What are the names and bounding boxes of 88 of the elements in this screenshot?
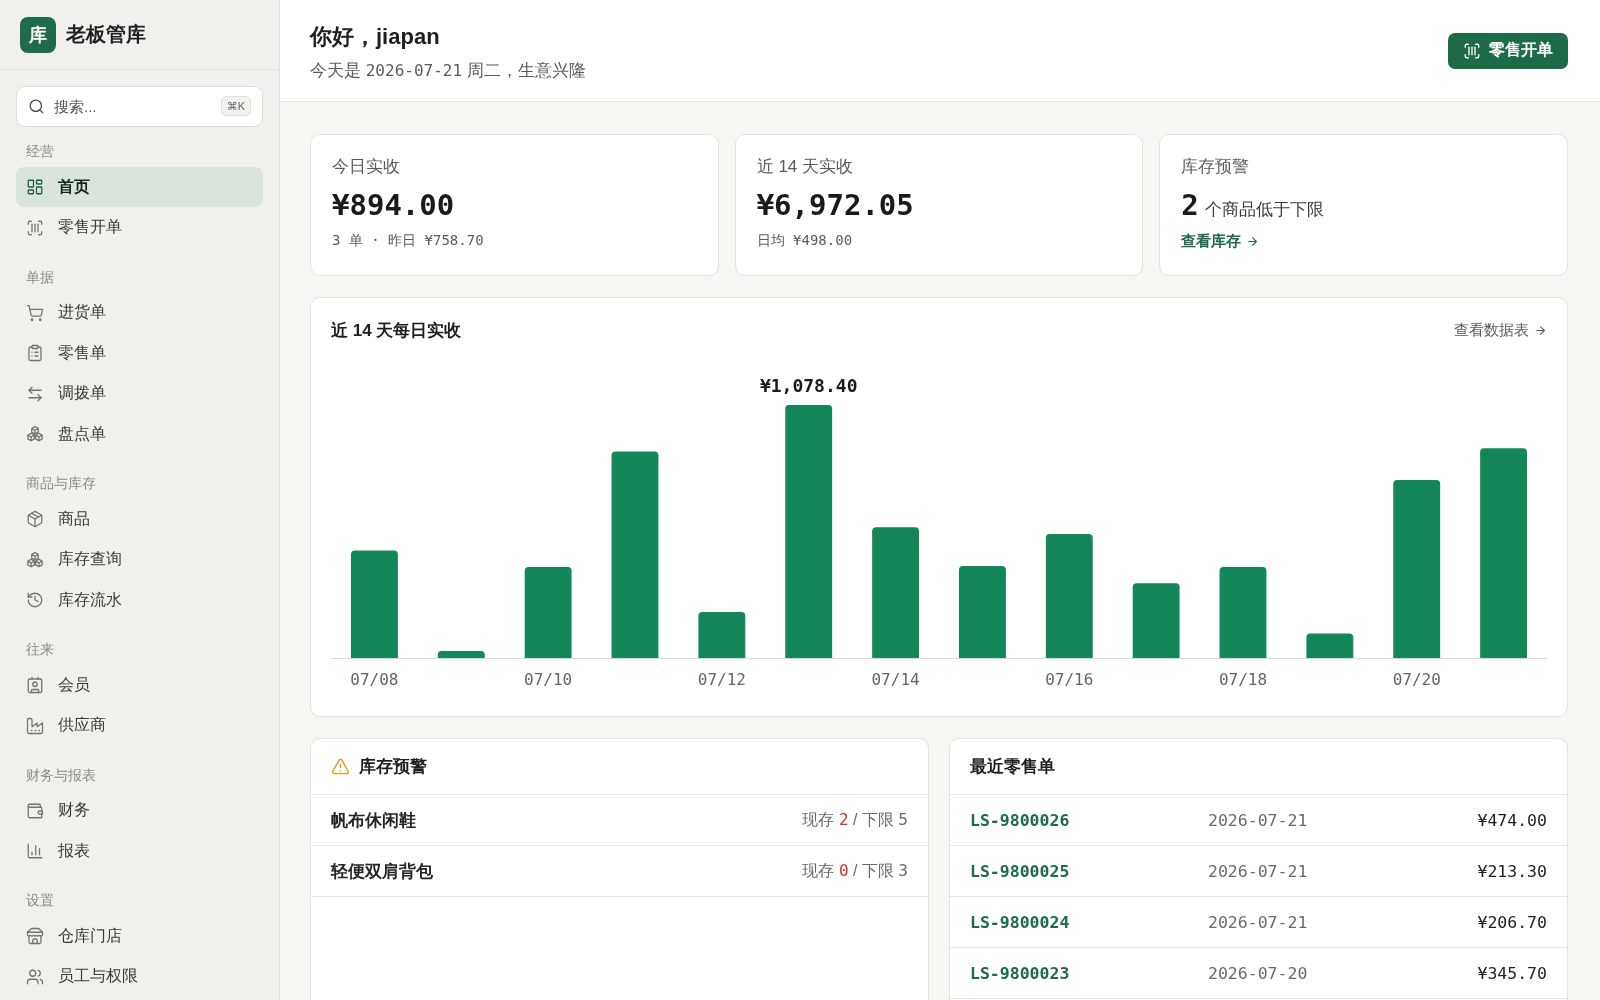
history-icon [26,591,44,609]
nav-item[interactable]: 库存查询 [16,539,263,580]
order-date: 2026-07-21 [1208,912,1309,932]
arrows-left-right-icon [26,384,44,403]
wallet-icon [26,801,44,820]
axis-label: 07/14 [871,670,920,689]
chart-bar [1306,633,1354,658]
stock-text: 现存 2 / 下限 5 [802,809,908,831]
nav-item[interactable]: 仓库门店 [16,916,263,956]
order-number-link[interactable]: LS-9800026 [970,810,1208,830]
nav-item[interactable]: 库存流水 [16,580,263,620]
nav-item[interactable]: 调拨单 [16,373,263,414]
dashboard-icon [26,178,44,196]
axis-label: 07/16 [1045,670,1094,689]
nav-item[interactable]: 报表 [16,831,263,871]
cart-icon [26,303,44,322]
order-amount: ¥206.70 [1477,912,1547,932]
shortcut-key: ⌘K [220,96,251,116]
nav-section-title: 往来 [25,641,55,659]
nav-item[interactable]: 零售开单 [16,207,263,248]
store-icon [26,927,44,945]
order-number-link[interactable]: LS-9800023 [970,963,1208,983]
search-icon [28,98,45,115]
nav-section-title: 商品与库存 [25,475,97,493]
boxes-icon [26,550,44,569]
stat-label: 库存预警 [1181,156,1251,178]
nav-item[interactable]: 会员 [16,665,263,705]
nav-item[interactable]: 员工与权限 [16,956,263,997]
chart-bar [698,611,746,658]
order-amount: ¥345.70 [1477,963,1547,983]
stat-unit: 个商品低于下限 [1204,199,1324,221]
card-title: 库存预警 [359,756,427,778]
nav-section-title: 单据 [25,268,55,287]
nav-item[interactable]: 盘点单 [16,414,263,454]
order-date: 2026-07-21 [1208,861,1309,881]
card-title: 最近零售单 [970,756,1055,778]
product-name: 轻便双肩背包 [331,860,433,883]
stat-detail: 日均 ¥498.00 [756,231,854,250]
stat-label: 今日实收 [332,156,401,178]
order-number-link[interactable]: LS-9800025 [970,861,1208,881]
product-name: 帆布休闲鞋 [331,809,416,832]
chart-title: 近 14 天每日实收 [331,319,462,342]
arrow-right-icon [1246,234,1260,248]
nav-section-title: 经营 [25,143,55,161]
stat-value: ¥894.00 [332,187,456,223]
greeting-title: 你好，jiapan [310,23,441,51]
factory-icon [26,716,44,735]
nav-item[interactable]: 零售单 [16,333,263,373]
stat-value: 2 [1181,187,1199,223]
app-name: 老板管库 [66,22,146,47]
bar-value-label: ¥1,078.40 [759,375,858,396]
order-amount: ¥474.00 [1477,810,1547,830]
contact-card-icon [26,676,44,694]
axis-label: 07/10 [524,670,573,689]
axis-label: 07/18 [1218,670,1268,689]
stock-text: 现存 0 / 下限 3 [802,860,908,882]
app-logo: 库 [20,16,56,53]
scan-icon [1463,41,1481,60]
scan-icon [26,218,44,237]
order-date: 2026-07-21 [1208,810,1309,830]
order-number-link[interactable]: LS-9800024 [970,912,1208,932]
warning-icon [331,757,350,776]
stat-value: ¥6,972.05 [756,187,915,223]
date-subtitle: 今天是 2026-07-21 周二，生意兴隆 [310,60,586,82]
arrow-right-icon [1534,323,1547,337]
axis-label: 07/12 [697,670,746,689]
chart-bar [437,650,485,658]
clipboard-icon [26,344,44,362]
axis-label: 07/20 [1392,670,1441,689]
nav-item[interactable]: 商品 [16,499,263,539]
stat-label: 近 14 天实收 [756,156,854,178]
nav-item[interactable]: 进货单 [16,292,263,333]
axis-label: 07/08 [350,670,399,689]
nav-section-title: 财务与报表 [25,766,97,785]
boxes-icon [26,425,44,443]
stat-detail: 3 单 · 昨日 ¥758.70 [332,231,485,250]
view-data-table-link[interactable]: 查看数据表 [1454,320,1547,340]
order-amount: ¥213.30 [1477,861,1547,881]
nav-item[interactable]: 财务 [16,790,263,831]
users-icon [26,967,44,986]
view-stock-link[interactable]: 查看库存 [1181,230,1260,252]
bar-chart-icon [26,842,44,860]
nav-item[interactable]: 供应商 [16,705,263,746]
retail-order-button[interactable]: 零售开单 [1448,32,1568,69]
order-date: 2026-07-20 [1208,963,1309,983]
nav-section-title: 设置 [25,892,55,910]
nav-item[interactable]: 首页 [16,167,263,207]
package-icon [26,510,44,528]
